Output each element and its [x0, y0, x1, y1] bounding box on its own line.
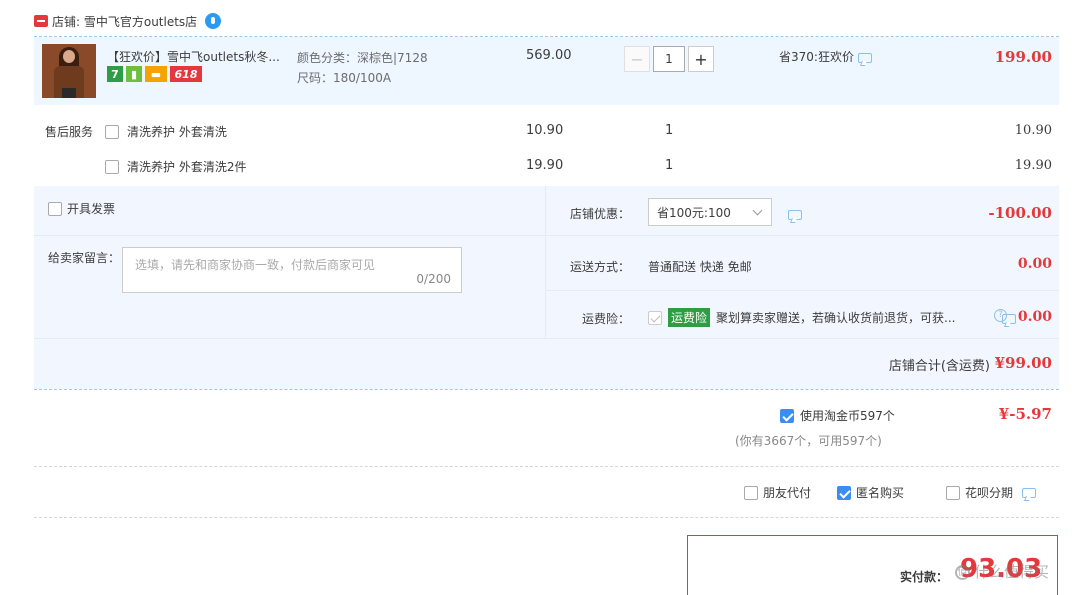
message-label: 给卖家留言：: [48, 251, 121, 265]
pay-option-huabei[interactable]: 花呗分期: [946, 484, 1037, 501]
pay-option-anonymous[interactable]: 匿名购买: [837, 484, 904, 501]
huabei-checkbox[interactable]: [946, 485, 961, 500]
coupon-select[interactable]: 省100元:100: [648, 198, 772, 226]
message-char-count: 0/200: [416, 272, 451, 286]
coupon-amount: -100.00: [988, 204, 1052, 222]
coupon-value: 省100元:100: [657, 205, 731, 220]
product-thumbnail[interactable]: [42, 44, 96, 98]
quantity-stepper: − 1 +: [624, 46, 714, 72]
decrease-button[interactable]: −: [624, 46, 650, 72]
invoice-option[interactable]: 开具发票: [48, 200, 115, 217]
comment-icon[interactable]: [857, 52, 872, 63]
seven-day-return-icon: 7: [107, 66, 123, 82]
service-1-checkbox[interactable]: [105, 124, 119, 139]
tmall-icon: [34, 15, 48, 27]
quantity-input[interactable]: 1: [653, 46, 685, 72]
invoice-label: 开具发票: [67, 202, 116, 216]
divider: [34, 338, 1059, 339]
card-icon: ▬: [145, 66, 167, 82]
service-1-price: 10.90: [526, 123, 564, 138]
service-2-amount: 19.90: [1014, 158, 1052, 173]
shop-total-label: 店铺合计(含运费): [888, 359, 990, 374]
divider: [34, 466, 1059, 467]
item-color: 颜色分类：深棕色|7128: [297, 51, 428, 65]
coins-option[interactable]: 使用淘金币597个: [780, 407, 895, 424]
insurance-badge: 运费险: [668, 308, 711, 327]
coins-checkbox[interactable]: [780, 408, 794, 423]
promo-618-icon: 618: [170, 66, 202, 82]
item-discount: 省370:狂欢价: [779, 48, 872, 65]
item-unit-price: 569.00: [526, 48, 572, 63]
divider: [34, 517, 1059, 518]
service-1-name: 清洗养护 外套清洗: [127, 125, 227, 139]
watermark-logo-icon: 值: [955, 565, 970, 580]
huabei-label: 花呗分期: [965, 486, 1014, 500]
message-placeholder: 选填，请先和商家协商一致，付款后商家可见: [135, 258, 376, 272]
item-title[interactable]: 【狂欢价】雪中飞outlets秋冬...: [107, 48, 280, 65]
pay-option-friend[interactable]: 朋友代付: [744, 484, 811, 501]
shop-header: 店铺: 雪中飞官方outlets店: [34, 12, 222, 30]
service-1-qty: 1: [665, 123, 674, 138]
coins-label: 使用淘金币597个: [800, 409, 895, 423]
shop-name[interactable]: 店铺: 雪中飞官方outlets店: [52, 13, 197, 30]
watermark: 值什么值得买: [955, 561, 1049, 582]
divider: [545, 186, 546, 338]
insurance-amount: 0.00: [1017, 309, 1052, 325]
help-icon[interactable]: ?: [994, 309, 1007, 322]
service-1-amount: 10.90: [1014, 123, 1052, 138]
friend-pay-checkbox[interactable]: [744, 485, 758, 500]
coupon-label: 店铺优惠：: [569, 207, 630, 221]
divider: [34, 235, 1059, 236]
watermark-text: 什么值得买: [974, 563, 1050, 581]
chevron-down-icon: [752, 205, 763, 216]
insurance-label: 运费险：: [581, 312, 630, 326]
invoice-checkbox[interactable]: [48, 201, 62, 216]
item-amount: 199.00: [994, 48, 1052, 66]
final-label: 实付款：: [900, 570, 949, 584]
discount-text: 省370:狂欢价: [779, 50, 854, 64]
friend-pay-label: 朋友代付: [763, 486, 812, 500]
service-2-checkbox[interactable]: [105, 159, 119, 174]
comment-icon[interactable]: [1022, 487, 1037, 498]
item-size: 尺码：180/100A: [297, 71, 392, 85]
shop-total-amount: ¥99.00: [994, 354, 1052, 372]
insurance-checkbox: [648, 310, 662, 325]
service-label: 售后服务: [45, 125, 94, 139]
insurance-info: 运费险 聚划算卖家赠送，若确认收货前退货，可获...: [648, 308, 955, 327]
item-tags: 7 ▮ ▬ 618: [107, 66, 202, 82]
message-textarea[interactable]: 选填，请先和商家协商一致，付款后商家可见 0/200: [122, 247, 462, 293]
service-2-name: 清洗养护 外套清洗2件: [127, 160, 247, 174]
divider: [545, 290, 1059, 291]
increase-button[interactable]: +: [688, 46, 714, 72]
comment-icon[interactable]: [788, 209, 802, 220]
service-2-qty: 1: [665, 158, 674, 173]
coins-sub: (你有3667个，可用597个): [735, 434, 882, 448]
insurance-text: 聚划算卖家赠送，若确认收货前退货，可获...: [716, 311, 956, 325]
service-option-2[interactable]: 清洗养护 外套清洗2件: [105, 158, 246, 175]
shipping-amount: 0.00: [1017, 256, 1052, 272]
item-spec: 颜色分类：深棕色|7128 尺码：180/100A: [297, 48, 428, 88]
payment-options: 朋友代付 匿名购买 花呗分期: [744, 484, 1037, 501]
shipping-method: 普通配送 快递 免邮: [648, 260, 752, 274]
divider: [34, 389, 1059, 390]
anonymous-label: 匿名购买: [856, 486, 905, 500]
wangwang-chat-icon[interactable]: [205, 13, 222, 29]
anonymous-checkbox[interactable]: [837, 485, 852, 500]
service-option-1[interactable]: 清洗养护 外套清洗: [105, 123, 227, 140]
coins-amount: ¥-5.97: [998, 405, 1052, 423]
bag-icon: ▮: [126, 66, 142, 82]
service-2-price: 19.90: [526, 158, 564, 173]
shipping-label: 运送方式：: [569, 260, 630, 274]
